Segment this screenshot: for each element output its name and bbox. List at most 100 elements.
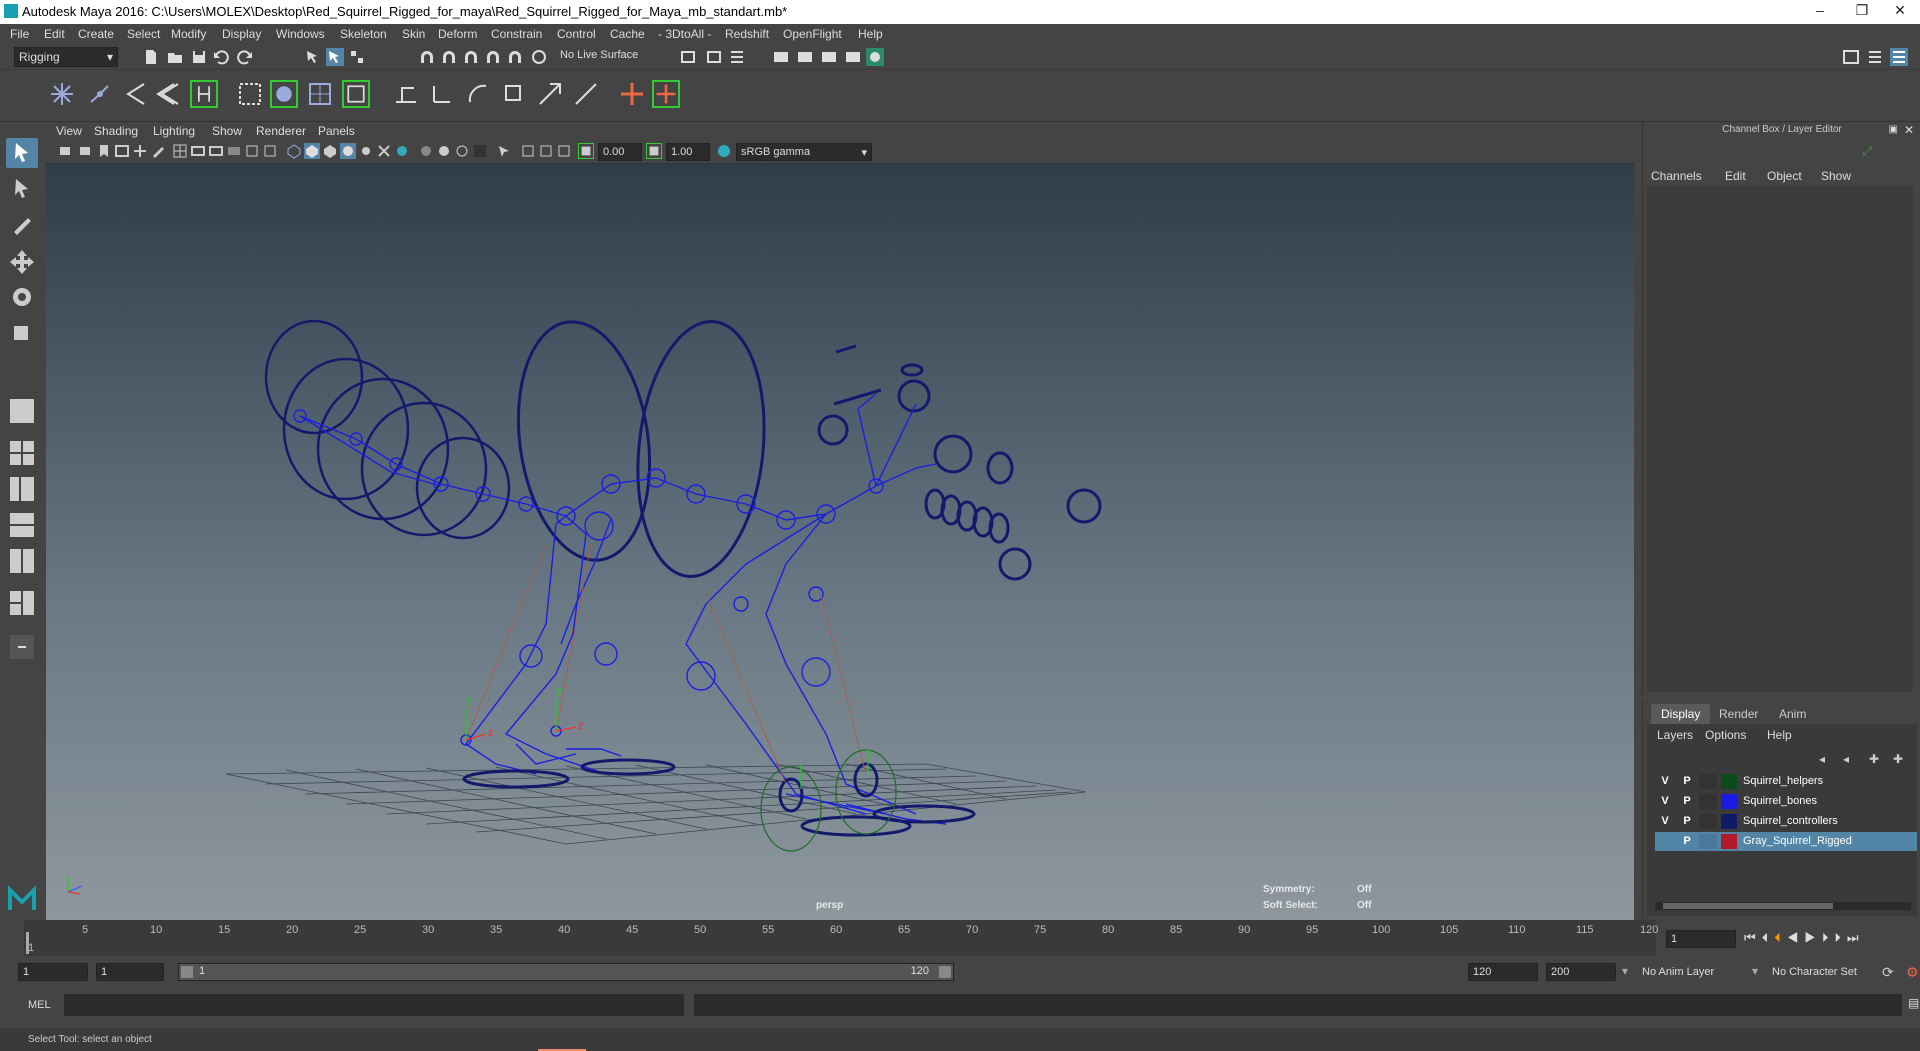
construction-history-icon[interactable] (728, 48, 746, 66)
wireframe-on-shaded-icon[interactable] (322, 143, 338, 159)
2d-pan-zoom-icon[interactable] (132, 143, 148, 159)
panel-menu-lighting[interactable]: Lighting (153, 124, 195, 138)
mel-python-toggle[interactable]: MEL (28, 999, 51, 1011)
save-scene-icon[interactable] (190, 48, 208, 66)
multisample-aa-icon[interactable] (436, 143, 452, 159)
isolate-select-icon[interactable] (496, 143, 512, 159)
menu-skin[interactable]: Skin (402, 27, 425, 41)
menu-constrain[interactable]: Constrain (491, 27, 542, 41)
layer-scrollbar[interactable] (1655, 902, 1911, 910)
wire-deformer-icon[interactable] (342, 80, 370, 108)
layers-menu[interactable]: Layers (1657, 728, 1693, 742)
scrollbar-thumb[interactable] (1663, 903, 1833, 909)
menu-help[interactable]: Help (858, 27, 883, 41)
wireframe-icon[interactable] (286, 143, 302, 159)
play-forwards-icon[interactable]: ▶ (1804, 930, 1822, 945)
lattice-icon[interactable] (270, 80, 298, 108)
render-view-icon[interactable] (772, 48, 790, 66)
locator-icon[interactable] (618, 80, 646, 108)
channel-box-toggle-icon[interactable] (1890, 48, 1908, 66)
layer-row[interactable]: V P Squirrel_helpers (1655, 772, 1917, 791)
select-camera-icon[interactable] (58, 143, 74, 159)
ik-handle-icon[interactable] (86, 80, 114, 108)
motion-blur-icon[interactable] (418, 143, 434, 159)
scale-constraint-icon[interactable] (500, 80, 528, 108)
textured-icon[interactable] (340, 143, 356, 159)
make-live-icon[interactable] (530, 48, 548, 66)
menu-control[interactable]: Control (557, 27, 596, 41)
command-input[interactable] (64, 994, 684, 1016)
menu-deform[interactable]: Deform (438, 27, 477, 41)
channel-object-menu[interactable]: Object (1767, 169, 1802, 183)
layer-playback-toggle[interactable]: P (1677, 812, 1697, 831)
orient-constraint-icon[interactable] (464, 80, 492, 108)
tab-anim[interactable]: Anim (1769, 704, 1816, 724)
paint-select-icon[interactable] (6, 210, 38, 240)
exposure-field[interactable]: 0.00 (598, 143, 642, 161)
four-view-layout-icon[interactable] (6, 438, 38, 468)
menuset-dropdown[interactable]: Rigging ▾ (14, 47, 118, 67)
shadows-icon[interactable] (376, 143, 392, 159)
camera-attributes-icon[interactable] (78, 143, 94, 159)
smooth-shade-icon[interactable] (304, 143, 320, 159)
menu-windows[interactable]: Windows (276, 27, 325, 41)
new-layer-icon[interactable]: ✚ (1869, 752, 1879, 766)
collapse-toolbox-icon[interactable] (6, 632, 38, 662)
step-back-key-icon[interactable]: ⏴ (1774, 930, 1787, 945)
close-panel-icon[interactable]: ✕ (1904, 123, 1914, 137)
grid-toggle-icon[interactable] (172, 143, 188, 159)
select-hierarchy-icon[interactable] (304, 48, 322, 66)
layer-display-type[interactable] (1699, 814, 1717, 829)
squirrel-rig-scene[interactable]: y y z z (46, 164, 1634, 920)
safe-action-icon[interactable] (262, 143, 278, 159)
joint-tool-icon[interactable] (48, 80, 76, 108)
outliner-layout-icon[interactable] (6, 588, 38, 618)
menu-3dtoall[interactable]: - 3DtoAll - (658, 27, 711, 41)
render-settings-icon[interactable] (844, 48, 862, 66)
go-to-start-icon[interactable]: ⏮ (1744, 930, 1762, 945)
pole-vector-icon[interactable] (572, 80, 600, 108)
menu-modify[interactable]: Modify (171, 27, 206, 41)
menu-file[interactable]: File (10, 27, 29, 41)
snap-point-icon[interactable] (462, 48, 480, 66)
layer-color-swatch[interactable] (1721, 794, 1737, 809)
snap-view-plane-icon[interactable] (506, 48, 524, 66)
menu-display[interactable]: Display (222, 27, 261, 41)
snap-grid-icon[interactable] (418, 48, 436, 66)
anim-layer-dropdown[interactable]: No Anim Layer (1642, 966, 1714, 978)
step-back-frame-icon[interactable]: ⏴ (1762, 930, 1775, 945)
rotate-tool-icon[interactable] (6, 282, 38, 312)
panel-menu-renderer[interactable]: Renderer (256, 124, 306, 138)
xray-joints-icon[interactable] (520, 143, 536, 159)
persp-graph-layout-icon[interactable] (6, 510, 38, 540)
go-to-end-icon[interactable]: ⏭ (1847, 930, 1865, 945)
current-frame-field[interactable]: 1 (1666, 930, 1736, 948)
range-slider-bar[interactable]: 1 120 (178, 963, 954, 981)
animation-prefs-icon[interactable]: ⚙ (1906, 964, 1919, 981)
select-tool-icon[interactable] (6, 138, 38, 168)
depth-of-field-icon[interactable] (454, 143, 470, 159)
persp-outliner-layout-icon[interactable] (6, 474, 38, 504)
playback-start-field[interactable]: 1 (96, 963, 164, 981)
grease-pencil-icon[interactable] (150, 143, 166, 159)
channel-box-options-icon[interactable]: ⤢ (1862, 144, 1872, 159)
layer-color-swatch[interactable] (1721, 834, 1737, 849)
layer-display-type[interactable] (1699, 794, 1717, 809)
modeling-toolkit-icon[interactable] (1842, 48, 1860, 66)
layer-display-type[interactable] (1699, 774, 1717, 789)
single-perspective-layout-icon[interactable] (6, 396, 38, 426)
step-forward-frame-icon[interactable]: ⏵ (1834, 930, 1847, 945)
range-start-handle[interactable] (181, 966, 193, 978)
time-slider[interactable]: 1 5 10 15 20 25 30 35 40 45 50 55 60 65 … (0, 920, 1920, 960)
layer-row[interactable]: V P Squirrel_controllers (1655, 812, 1917, 831)
bookmark-icon[interactable] (96, 143, 112, 159)
snap-curve-icon[interactable] (440, 48, 458, 66)
panel-menu-view[interactable]: View (56, 124, 82, 138)
channel-edit-menu[interactable]: Edit (1725, 169, 1746, 183)
hypershade-icon[interactable] (866, 48, 884, 66)
perspective-viewport[interactable]: y y z z Symmetry: Off Soft Select: Off p… (46, 164, 1634, 920)
animation-start-field[interactable]: 1 (18, 963, 88, 981)
output-ops-icon[interactable] (704, 48, 722, 66)
field-chart-icon[interactable] (244, 143, 260, 159)
panel-menu-panels[interactable]: Panels (318, 124, 355, 138)
